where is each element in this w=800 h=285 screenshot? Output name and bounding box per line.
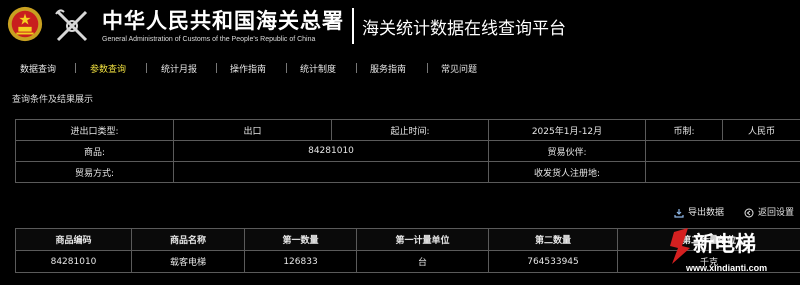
nav-item-monthly-report[interactable]: 统计月报 [161, 62, 197, 75]
nav-item-service-guide[interactable]: 服务指南 [370, 62, 406, 75]
nav-item-faq[interactable]: 常见问题 [441, 62, 477, 75]
nav-separator [75, 63, 76, 73]
nav-separator [216, 63, 217, 73]
header-divider [352, 8, 354, 44]
cell-first-unit: 台 [356, 250, 489, 273]
registration-value [645, 161, 800, 183]
back-circle-icon [744, 208, 754, 217]
period-value: 2025年1月-12月 [488, 119, 646, 141]
cell-first-quantity: 126833 [244, 250, 357, 273]
column-header: 第二数量 [488, 228, 618, 251]
agency-name-cn: 中华人民共和国海关总署 [102, 8, 344, 33]
trade-mode-value [173, 161, 489, 183]
nav-item-operation-guide[interactable]: 操作指南 [230, 62, 266, 75]
cell-commodity-name: 载客电梯 [131, 250, 245, 273]
watermark-brand: 新电梯 [693, 232, 756, 256]
nav-item-statistics-system[interactable]: 统计制度 [300, 62, 336, 75]
currency-value: 人民币 [722, 119, 800, 141]
column-header: 商品编码 [15, 228, 132, 251]
national-emblem-icon [7, 6, 43, 42]
nav-item-parameter-query[interactable]: 参数查询 [90, 62, 126, 75]
export-data-button[interactable]: 导出数据 [674, 205, 724, 218]
customs-logo-icon [55, 9, 88, 42]
registration-label: 收发货人注册地: [488, 161, 646, 183]
trade-mode-label: 贸易方式: [15, 161, 174, 183]
trade-type-label: 进出口类型: [15, 119, 174, 141]
return-settings-button[interactable]: 返回设置 [744, 205, 794, 218]
commodity-value: 84281010 [173, 140, 489, 162]
commodity-label: 商品: [15, 140, 174, 162]
watermark-url: www.xindianti.com [686, 263, 768, 273]
period-label: 起止时间: [331, 119, 489, 141]
partner-label: 贸易伙伴: [488, 140, 646, 162]
platform-title: 海关统计数据在线查询平台 [362, 19, 566, 39]
column-header: 商品名称 [131, 228, 245, 251]
column-header: 第一数量 [244, 228, 357, 251]
agency-name-en: General Administration of Customs of the… [102, 36, 316, 43]
nav-separator [286, 63, 287, 73]
main-nav: 数据查询 参数查询 统计月报 操作指南 统计制度 服务指南 常见问题 [0, 60, 800, 78]
return-settings-label: 返回设置 [758, 208, 795, 218]
partner-value [645, 140, 800, 162]
trade-type-value: 出口 [173, 119, 332, 141]
currency-label: 币制: [645, 119, 723, 141]
query-conditions-table: 进出口类型: 出口 起止时间: 2025年1月-12月 币制: 人民币 商品: … [15, 119, 800, 183]
cell-second-quantity: 764533945 [488, 250, 618, 273]
nav-item-data-query[interactable]: 数据查询 [20, 62, 56, 75]
section-title: 查询条件及结果展示 [12, 95, 94, 105]
nav-separator [146, 63, 147, 73]
nav-separator [427, 63, 428, 73]
column-header: 第一计量单位 [356, 228, 489, 251]
nav-separator [356, 63, 357, 73]
site-header: 中华人民共和国海关总署 General Administration of Cu… [0, 0, 800, 50]
cell-commodity-code: 84281010 [15, 250, 132, 273]
download-icon [674, 208, 684, 218]
export-data-label: 导出数据 [688, 208, 725, 218]
